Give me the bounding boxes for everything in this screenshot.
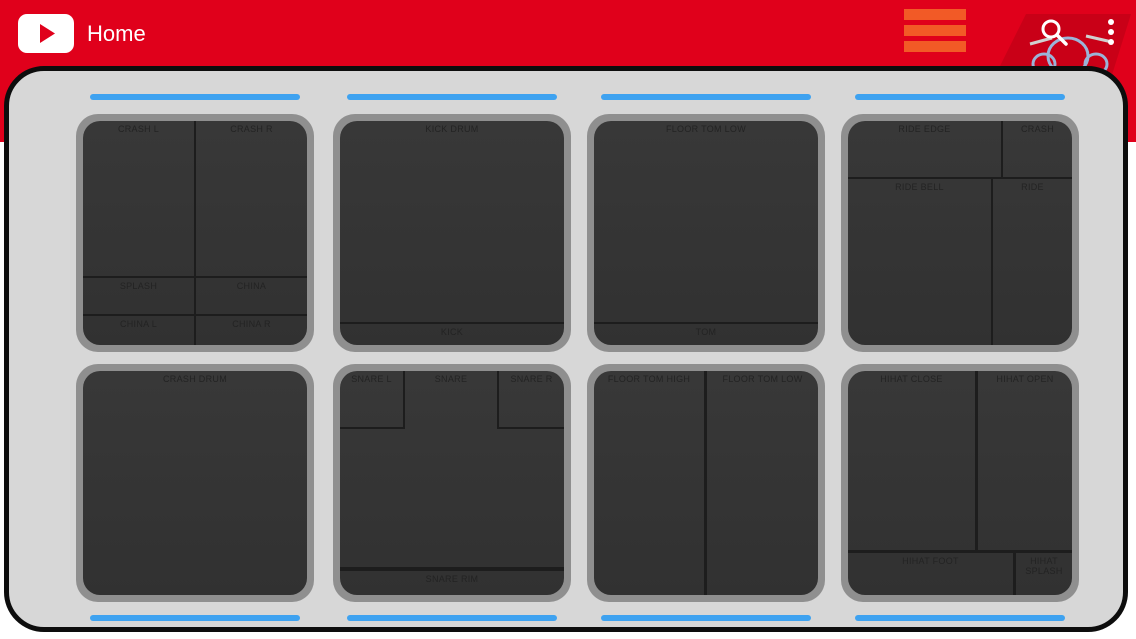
pad-indicator: [855, 615, 1065, 621]
zone-divider: [340, 322, 564, 324]
zone-label: SPLASH: [119, 281, 158, 291]
zone-crash[interactable]: CRASH: [1003, 121, 1072, 177]
drum-pad-ride: RIDE EDGE CRASH RIDE BELL RIDE: [841, 114, 1079, 352]
zone-hihat-splash[interactable]: HIHAT SPLASH: [1016, 553, 1072, 595]
zone-label: CHINA R: [232, 319, 271, 329]
zone-divider: [594, 322, 818, 324]
pad-indicator: [347, 94, 557, 100]
zone-label: CRASH L: [117, 124, 160, 134]
zone-divider: [83, 276, 307, 278]
zone-divider: [1001, 121, 1003, 177]
zone-label: HIHAT FOOT: [902, 556, 959, 566]
zone-label: HIHAT SPLASH: [1025, 556, 1063, 576]
zone-label: RIDE EDGE: [898, 124, 951, 134]
zone-kick-drum[interactable]: KICK DRUM: [340, 121, 564, 322]
drum-pad-floor-tom: FLOOR TOM LOW TOM: [587, 114, 825, 352]
zone-divider: [194, 121, 196, 345]
zone-crash-drum[interactable]: CRASH DRUM: [83, 371, 307, 595]
zone-label: HIHAT CLOSE: [880, 374, 943, 384]
zone-crash-left[interactable]: CRASH L: [83, 121, 194, 276]
drum-pad-hihat: HIHAT CLOSE HIHAT OPEN HIHAT FOOT HIHAT …: [841, 364, 1079, 602]
pad-indicator: [601, 94, 811, 100]
zone-hihat-foot[interactable]: HIHAT FOOT: [848, 553, 1013, 595]
zone-label: SNARE: [434, 374, 468, 384]
zone-floor-tom-low[interactable]: FLOOR TOM LOW: [594, 121, 818, 322]
zone-snare-left[interactable]: SNARE L: [340, 371, 403, 427]
zone-label: RIDE BELL: [895, 182, 944, 192]
zone-divider: [497, 427, 564, 429]
hamburger-menu-icon[interactable]: [904, 9, 966, 53]
zone-label: CRASH: [1020, 124, 1054, 134]
zone-divider: [975, 371, 978, 550]
zone-snare-rim[interactable]: SNARE RIM: [340, 571, 564, 595]
pad-indicator: [90, 615, 300, 621]
pad-indicator: [601, 615, 811, 621]
zone-label: SNARE RIM: [425, 574, 479, 584]
zone-hihat-close[interactable]: HIHAT CLOSE: [848, 371, 975, 550]
drum-pad-kick: KICK DRUM KICK: [333, 114, 571, 352]
zone-label: CRASH DRUM: [162, 374, 227, 384]
search-icon[interactable]: [1040, 18, 1068, 46]
zone-snare[interactable]: SNARE: [405, 371, 497, 567]
zone-china[interactable]: CHINA: [196, 278, 307, 314]
zone-divider: [704, 371, 707, 595]
zone-divider: [403, 371, 405, 429]
zone-divider: [848, 550, 1072, 553]
zone-ride-edge[interactable]: RIDE EDGE: [848, 121, 1001, 177]
zone-ride[interactable]: RIDE: [993, 179, 1072, 345]
zone-label: KICK: [440, 327, 464, 337]
drum-pad-floor-toms: FLOOR TOM HIGH FLOOR TOM LOW: [587, 364, 825, 602]
zone-label: RIDE: [1021, 182, 1044, 192]
pad-indicator: [855, 94, 1065, 100]
zone-splash[interactable]: SPLASH: [83, 278, 194, 314]
zone-ride-bell[interactable]: RIDE BELL: [848, 179, 991, 345]
zone-divider: [340, 427, 405, 429]
zone-label: FLOOR TOM LOW: [722, 374, 803, 384]
zone-label: CHINA: [236, 281, 267, 291]
pad-indicator: [90, 94, 300, 100]
zone-label: KICK DRUM: [425, 124, 479, 134]
zone-label: HIHAT OPEN: [996, 374, 1054, 384]
zone-floor-tom-low[interactable]: FLOOR TOM LOW: [707, 371, 818, 595]
pad-indicator: [347, 615, 557, 621]
youtube-play-icon[interactable]: [18, 14, 74, 53]
zone-snare-right[interactable]: SNARE R: [499, 371, 564, 427]
zone-label: FLOOR TOM HIGH: [607, 374, 691, 384]
zone-tom[interactable]: TOM: [594, 324, 818, 345]
zone-label: FLOOR TOM LOW: [665, 124, 747, 134]
drum-pad-cymbals: CRASH L CRASH R SPLASH CHINA CHINA L CHI…: [76, 114, 314, 352]
zone-china-left[interactable]: CHINA L: [83, 316, 194, 345]
zone-floor-tom-high[interactable]: FLOOR TOM HIGH: [594, 371, 704, 595]
zone-hihat-open[interactable]: HIHAT OPEN: [978, 371, 1072, 550]
zone-label: CRASH R: [230, 124, 273, 134]
drum-pad-crash: CRASH DRUM: [76, 364, 314, 602]
zone-label: CHINA L: [119, 319, 158, 329]
zone-label: TOM: [695, 327, 717, 337]
zone-divider: [497, 371, 499, 429]
drum-pad-snare: SNARE L SNARE SNARE R SNARE RIM: [333, 364, 571, 602]
zone-divider: [991, 179, 993, 345]
zone-label: SNARE L: [351, 374, 392, 384]
zone-divider: [340, 567, 564, 571]
more-vertical-icon[interactable]: [1104, 18, 1118, 48]
zone-label: SNARE R: [510, 374, 553, 384]
zone-divider: [83, 314, 307, 316]
zone-kick[interactable]: KICK: [340, 324, 564, 345]
page-title: Home: [87, 21, 146, 46]
zone-divider: [1013, 553, 1016, 595]
zone-divider: [848, 177, 1072, 179]
zone-china-right[interactable]: CHINA R: [196, 316, 307, 345]
zone-crash-right[interactable]: CRASH R: [196, 121, 307, 276]
